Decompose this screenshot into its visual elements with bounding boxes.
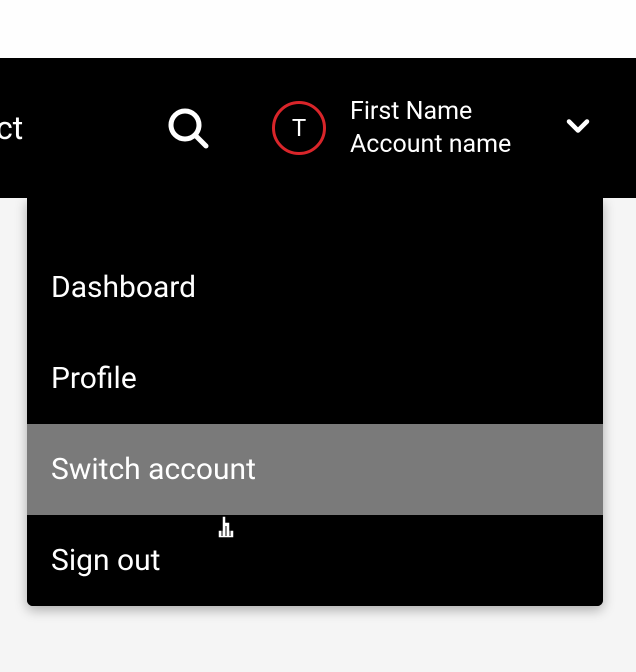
menu-item-label: Profile: [51, 361, 137, 396]
search-icon[interactable]: [164, 104, 212, 152]
menu-item-dashboard[interactable]: Dashboard: [27, 242, 603, 333]
menu-item-label: Dashboard: [51, 270, 196, 305]
avatar[interactable]: T: [272, 101, 326, 155]
account-name-label: Account name: [350, 129, 511, 160]
menu-item-label: Sign out: [51, 543, 160, 578]
menu-item-label: Switch account: [51, 452, 256, 487]
menu-item-profile[interactable]: Profile: [27, 333, 603, 424]
top-spacer: [0, 0, 636, 58]
menu-item-switch-account[interactable]: Switch account: [27, 424, 603, 515]
header-bar: ct T First Name Account name: [0, 58, 636, 198]
chevron-down-icon[interactable]: [560, 108, 596, 148]
account-dropdown-menu: Dashboard Profile Switch account Sign ou…: [27, 198, 603, 606]
menu-item-sign-out[interactable]: Sign out: [27, 515, 603, 606]
header-partial-text: ct: [0, 109, 23, 147]
first-name-label: First Name: [350, 96, 511, 127]
user-info[interactable]: First Name Account name: [350, 96, 511, 161]
avatar-letter: T: [292, 114, 306, 142]
dropdown-spacer: [27, 198, 603, 242]
